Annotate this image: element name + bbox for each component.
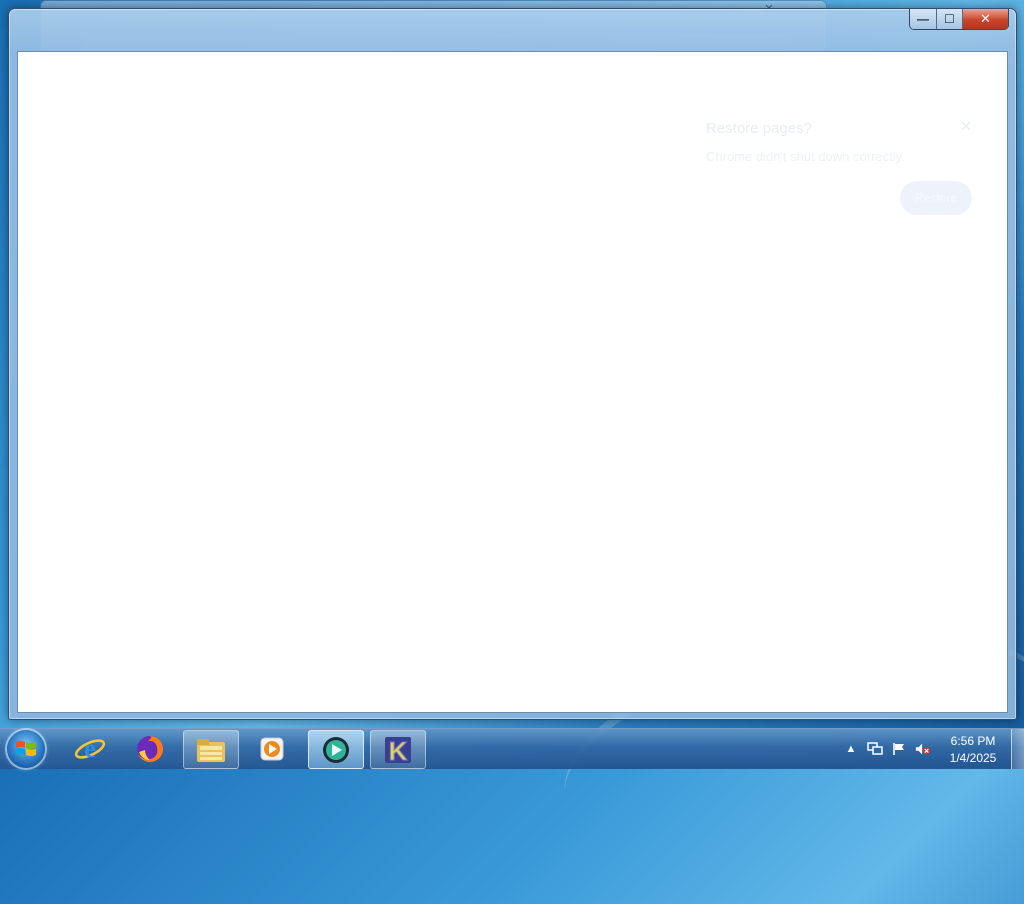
taskbar-active-app[interactable]	[308, 730, 364, 769]
restore-button[interactable]: Restore	[900, 181, 972, 215]
svg-text:e: e	[84, 734, 96, 763]
taskbar-internet-explorer[interactable]: e	[63, 730, 117, 767]
maximize-icon: ☐	[944, 12, 955, 26]
close-icon: ✕	[980, 11, 991, 26]
window-content-area[interactable]: Restore pages? ✕ Chrome didn't shut down…	[17, 51, 1008, 713]
file-explorer-icon	[197, 738, 225, 762]
caption-buttons: — ☐ ✕	[909, 9, 1009, 30]
restore-dialog-title: Restore pages?	[706, 120, 812, 137]
volume-muted-icon[interactable]	[915, 742, 931, 756]
close-button[interactable]: ✕	[963, 9, 1008, 29]
main-window[interactable]: — ☐ ✕ Restore pages? ✕ Chrome didn't shu…	[8, 8, 1017, 720]
maximize-button[interactable]: ☐	[937, 9, 963, 29]
restore-dialog-description: Chrome didn't shut down correctly.	[706, 149, 905, 164]
restore-button-label: Restore	[914, 191, 958, 205]
clock-time: 6:56 PM	[950, 734, 996, 748]
system-clock[interactable]: 6:56 PM 1/4/2025	[938, 733, 1008, 767]
firefox-icon	[137, 735, 163, 762]
svg-text:K: K	[389, 736, 408, 765]
clock-date: 1/4/2025	[949, 751, 997, 765]
minimize-icon: —	[917, 12, 929, 26]
taskbar-firefox[interactable]	[123, 730, 177, 767]
internet-explorer-icon: e	[74, 734, 106, 763]
k-app-icon: K	[385, 735, 411, 765]
restore-dialog-close-icon[interactable]: ✕	[960, 118, 972, 135]
show-desktop-button[interactable]	[1011, 729, 1024, 769]
taskbar-file-explorer[interactable]	[183, 730, 239, 769]
minimize-button[interactable]: —	[910, 9, 937, 29]
taskbar-k-app[interactable]: K	[370, 730, 426, 769]
show-hidden-icons-button[interactable]: ▲	[843, 742, 859, 756]
media-player-icon	[260, 737, 284, 760]
start-button[interactable]	[7, 730, 45, 768]
network-icon[interactable]	[867, 742, 883, 756]
windows-logo-icon	[16, 741, 36, 756]
taskbar: e K ▲ 6:56 PM 1/4/2025	[0, 728, 1024, 769]
app-icon	[323, 736, 349, 763]
action-center-flag-icon[interactable]	[891, 742, 907, 756]
taskbar-media-player[interactable]	[245, 730, 299, 767]
